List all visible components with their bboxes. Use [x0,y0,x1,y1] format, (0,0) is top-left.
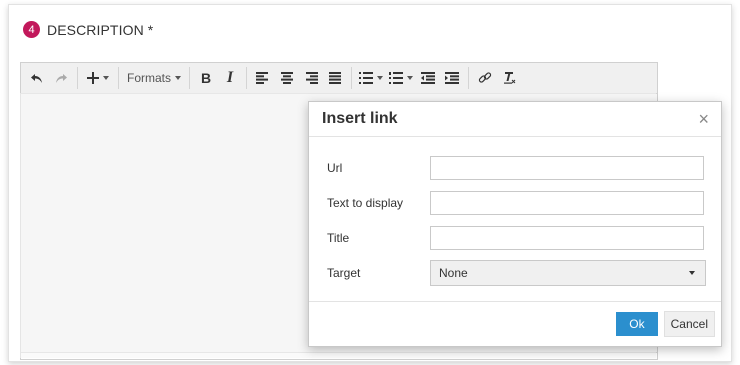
chevron-down-icon [377,76,384,80]
align-right-icon[interactable] [299,66,323,90]
align-justify-icon[interactable] [323,66,347,90]
italic-button[interactable]: I [218,66,242,90]
text-to-display-input[interactable] [430,191,704,215]
chevron-down-icon [103,76,109,80]
bold-button[interactable]: B [194,66,218,90]
step-number-badge: 4 [23,21,40,38]
dialog-header: Insert link × [309,102,721,137]
bullet-list-icon[interactable] [356,66,386,90]
toolbar-separator [246,67,248,89]
dialog-title: Insert link [322,110,398,127]
ok-button[interactable]: Ok [616,312,658,336]
insert-icon[interactable] [82,66,114,90]
dialog-body: Url Text to display Title Target None [309,137,721,286]
target-select[interactable]: None [430,260,706,286]
toolbar-separator [118,67,119,89]
insert-link-dialog: Insert link × Url Text to display Title … [308,101,722,347]
link-icon[interactable] [473,66,497,90]
redo-icon[interactable] [49,66,73,90]
italic-label: I [226,69,234,86]
outdent-icon[interactable] [416,66,440,90]
bold-label: B [200,70,212,86]
toolbar-separator [351,67,353,89]
align-left-icon[interactable] [251,66,275,90]
editor-toolbar: Formats B I [21,63,657,94]
toolbar-separator [77,67,78,89]
close-icon[interactable]: × [698,110,709,128]
section-title: DESCRIPTION * [47,21,154,38]
section-header: 4 DESCRIPTION * [23,21,153,38]
clear-formatting-icon[interactable] [497,66,521,90]
toolbar-separator [189,67,191,89]
target-label: Target [327,266,361,280]
undo-icon[interactable] [25,66,49,90]
dialog-footer: Ok Cancel [309,301,721,346]
text-to-display-label: Text to display [327,196,404,210]
title-row: Title [309,225,721,251]
text-to-display-row: Text to display [309,190,721,216]
formats-dropdown[interactable]: Formats [123,66,185,90]
formats-label: Formats [127,71,172,85]
numbered-list-icon[interactable] [386,66,416,90]
chevron-down-icon [689,271,695,275]
chevron-down-icon [175,76,182,80]
cancel-button[interactable]: Cancel [663,311,715,337]
title-input[interactable] [430,226,704,250]
target-selected-value: None [439,266,468,280]
url-row: Url [309,155,721,181]
url-label: Url [327,161,343,175]
target-row: Target None [309,260,721,286]
indent-icon[interactable] [440,66,464,90]
toolbar-separator [468,67,470,89]
url-input[interactable] [430,156,704,180]
chevron-down-icon [407,76,414,80]
align-center-icon[interactable] [275,66,299,90]
title-label: Title [327,231,350,245]
